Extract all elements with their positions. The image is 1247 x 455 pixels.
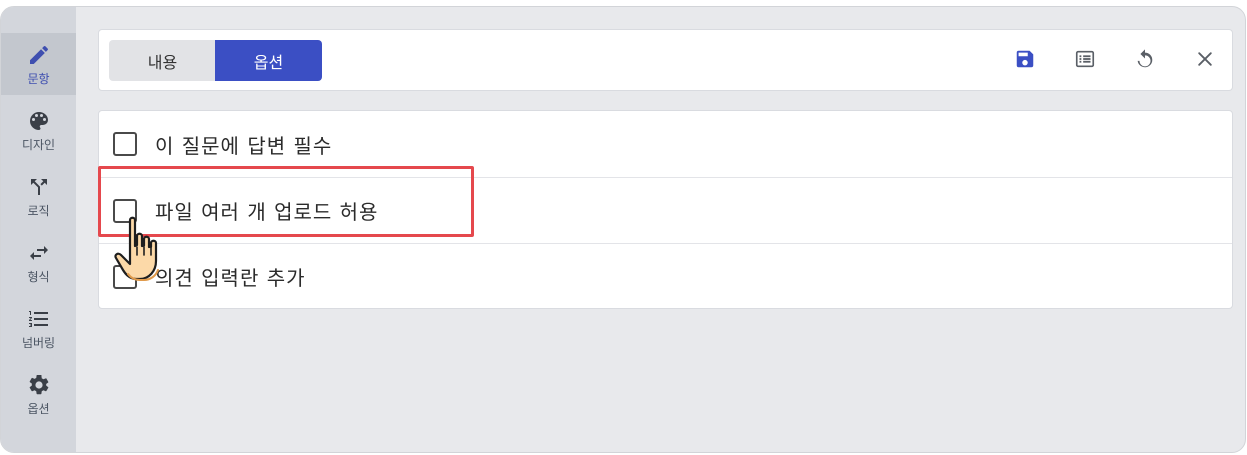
save-button[interactable] [1010,46,1040,76]
sidebar-item-numbering[interactable]: 넘버링 [1,297,76,359]
option-label: 의견 입력란 추가 [155,266,306,290]
sidebar-item-options[interactable]: 옵션 [1,363,76,425]
tab-options[interactable]: 옵션 [215,40,322,81]
tab-content[interactable]: 내용 [109,40,216,81]
sidebar-item-question[interactable]: 문항 [1,33,76,95]
gear-icon [26,372,52,398]
swap-arrows-icon [26,240,52,266]
option-label: 파일 여러 개 업로드 허용 [155,200,379,224]
branch-icon [26,174,52,200]
sidebar-item-label: 로직 [27,203,50,218]
undo-button[interactable] [1130,46,1160,76]
preview-list-button[interactable] [1070,46,1100,76]
options-panel: 이 질문에 답변 필수 파일 여러 개 업로드 허용 의견 입력란 추가 [98,110,1233,309]
app-window: 문항 디자인 로직 형식 넘버링 옵션 내용 옵션 이 질문에 답변 필수 파일… [0,6,1246,453]
sidebar-item-logic[interactable]: 로직 [1,165,76,227]
sidebar-item-label: 문항 [27,71,50,86]
hand-pointer-icon [114,216,159,281]
option-label: 이 질문에 답변 필수 [155,133,333,158]
close-button[interactable] [1190,46,1220,76]
sidebar: 문항 디자인 로직 형식 넘버링 옵션 [1,7,76,452]
sidebar-item-label: 넘버링 [21,335,56,350]
editor-toolbar: 내용 옵션 [98,29,1233,91]
numbered-list-icon [26,306,52,332]
sidebar-item-design[interactable]: 디자인 [1,99,76,161]
undo-icon [1134,48,1156,74]
sidebar-item-format[interactable]: 형식 [1,231,76,293]
pencil-icon [26,42,52,68]
close-icon [1195,49,1215,73]
option-row-comment-field[interactable]: 의견 입력란 추가 [99,243,1232,309]
palette-icon [26,108,52,134]
list-icon [1074,48,1096,74]
option-row-multi-upload[interactable]: 파일 여러 개 업로드 허용 [99,177,1232,243]
required-answer-checkbox[interactable] [113,132,137,156]
option-row-required[interactable]: 이 질문에 답변 필수 [99,111,1232,177]
save-icon [1014,48,1036,74]
sidebar-item-label: 형식 [27,269,50,284]
sidebar-item-label: 디자인 [21,137,56,152]
sidebar-item-label: 옵션 [27,401,50,416]
